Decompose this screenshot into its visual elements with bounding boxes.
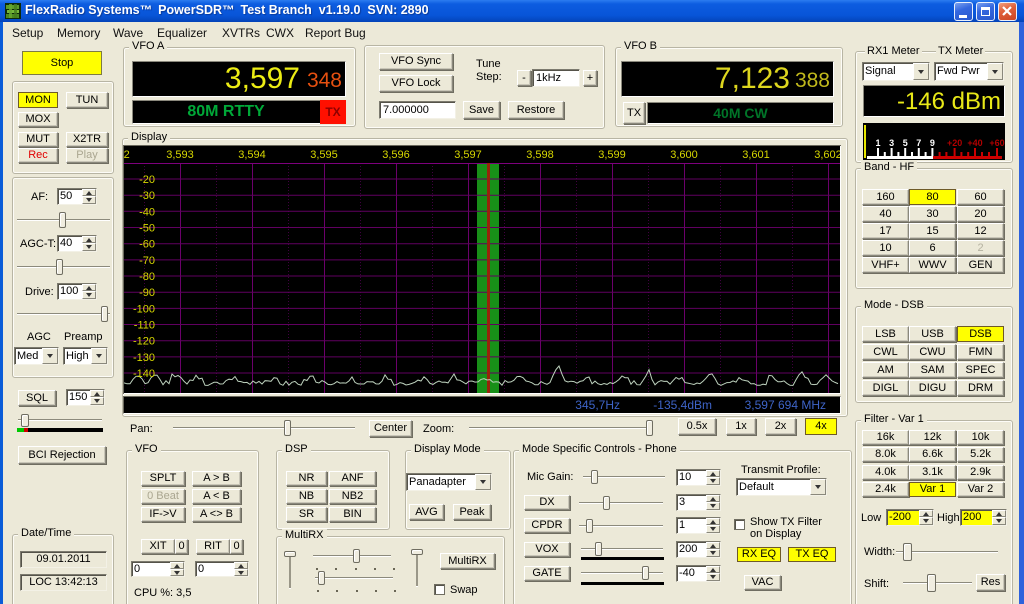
svg-text:-110: -110 bbox=[134, 320, 155, 332]
svg-text:-140: -140 bbox=[133, 368, 155, 380]
svg-text:-60: -60 bbox=[139, 239, 155, 251]
svg-text:-50: -50 bbox=[139, 223, 155, 235]
svg-text:-30: -30 bbox=[139, 190, 155, 202]
svg-text:3,602: 3,602 bbox=[814, 149, 840, 161]
svg-text:3,595: 3,595 bbox=[310, 149, 338, 161]
svg-text:5: 5 bbox=[903, 138, 908, 148]
svg-text:3,598: 3,598 bbox=[526, 149, 554, 161]
svg-text:3,596: 3,596 bbox=[382, 149, 410, 161]
svg-text:3,593: 3,593 bbox=[166, 149, 194, 161]
svg-text:-80: -80 bbox=[139, 271, 155, 283]
svg-text:3,601: 3,601 bbox=[742, 149, 770, 161]
svg-text:3,594: 3,594 bbox=[238, 149, 266, 161]
svg-text:3: 3 bbox=[889, 138, 894, 148]
svg-text:+40: +40 bbox=[967, 138, 982, 148]
svg-text:-100: -100 bbox=[133, 303, 155, 315]
svg-text:-70: -70 bbox=[139, 255, 155, 267]
svg-text:-130: -130 bbox=[133, 352, 155, 364]
svg-text:9: 9 bbox=[930, 138, 935, 148]
svg-text:-40: -40 bbox=[139, 206, 155, 218]
svg-text:3,597: 3,597 bbox=[454, 149, 482, 161]
svg-text:1: 1 bbox=[875, 138, 880, 148]
svg-text:3,600: 3,600 bbox=[670, 149, 698, 161]
svg-text:-20: -20 bbox=[139, 174, 155, 186]
svg-text:-120: -120 bbox=[133, 336, 155, 348]
svg-text:+20: +20 bbox=[947, 138, 962, 148]
svg-text:3,592: 3,592 bbox=[124, 149, 130, 161]
svg-text:3,599: 3,599 bbox=[598, 149, 626, 161]
svg-text:7: 7 bbox=[916, 138, 921, 148]
svg-text:-90: -90 bbox=[139, 287, 155, 299]
svg-text:+60: +60 bbox=[989, 138, 1004, 148]
